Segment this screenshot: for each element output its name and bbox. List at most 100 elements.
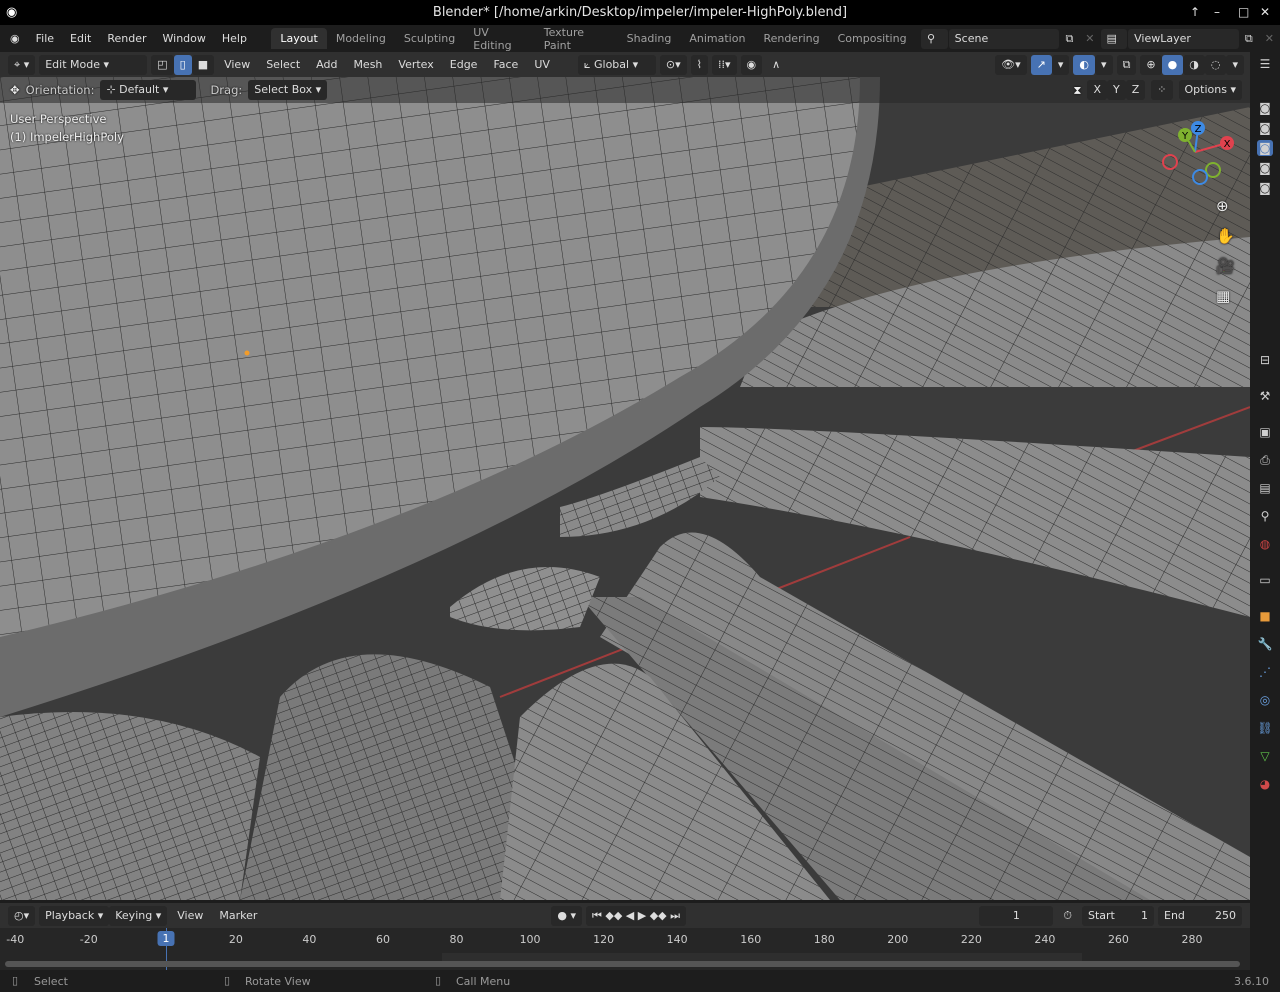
menu-edit[interactable]: Edit (62, 32, 99, 45)
menu-select[interactable]: Select (260, 58, 306, 71)
pivot-point-button[interactable]: ⊙▾ (659, 54, 687, 75)
modifier-tab-icon[interactable]: 🔧 (1257, 636, 1273, 652)
menu-add[interactable]: Add (310, 58, 343, 71)
maximize-button[interactable]: □ (1238, 0, 1249, 25)
new-scene-icon[interactable]: ⧉ (1059, 32, 1079, 46)
start-frame-field[interactable]: Start 1 (1082, 905, 1154, 926)
timeline-view-menu[interactable]: View (171, 909, 209, 922)
topology-mirror-icon[interactable]: ⁘ (1151, 80, 1173, 100)
current-frame-field[interactable]: 1 (979, 905, 1054, 926)
tab-shading[interactable]: Shading (618, 28, 681, 49)
menu-mesh[interactable]: Mesh (347, 58, 388, 71)
window-up-icon[interactable]: ↑ (1190, 0, 1200, 25)
wireframe-shading-icon[interactable]: ⊕ (1140, 54, 1162, 75)
proportional-edit-icon[interactable]: ◉ (740, 54, 763, 75)
gizmo-dropdown[interactable]: ▾ (1051, 54, 1070, 75)
world-tab-icon[interactable]: ◍ (1257, 536, 1273, 552)
falloff-icon[interactable]: ∧ (766, 58, 786, 71)
snap-toggle-icon[interactable]: ⌇ (690, 54, 709, 75)
navigation-gizmo[interactable]: X Z Y (1155, 117, 1245, 192)
tab-texture-paint[interactable]: Texture Paint (535, 22, 618, 56)
tab-layout[interactable]: Layout (271, 28, 327, 49)
editor-type-button[interactable]: ⌖ ▾ (8, 54, 36, 75)
menu-file[interactable]: File (28, 32, 62, 45)
scene-field[interactable]: Scene (948, 28, 1060, 49)
mirror-icon[interactable]: ⧗ (1073, 83, 1081, 98)
view-layer-field[interactable]: ViewLayer (1128, 28, 1239, 49)
new-view-layer-icon[interactable]: ⧉ (1239, 32, 1259, 46)
drag-dropdown[interactable]: Select Box ▾ (248, 80, 328, 100)
playback-dropdown[interactable]: Playback ▾ (39, 905, 110, 926)
zoom-view-icon[interactable]: ⊕ (1216, 197, 1229, 215)
tab-animation[interactable]: Animation (680, 28, 754, 49)
properties-editor-icon[interactable]: ⊟ (1257, 352, 1273, 368)
delete-view-layer-icon[interactable]: ✕ (1259, 32, 1280, 45)
timeline-editor-type-icon[interactable]: ◴▾ (8, 905, 36, 926)
3d-viewport[interactable]: User Perspective (1) ImpelerHighPoly X Z… (0, 77, 1250, 900)
constraints-tab-icon[interactable]: ⛓ (1257, 720, 1273, 736)
tab-modeling[interactable]: Modeling (327, 28, 395, 49)
physics-tab-icon[interactable]: ◎ (1257, 692, 1273, 708)
minimize-button[interactable]: – (1214, 0, 1220, 25)
edge-select-button[interactable]: ▯ (173, 54, 192, 75)
rendered-shading-icon[interactable]: ◌ (1204, 54, 1227, 75)
outliner-icon[interactable]: ☰ (1257, 56, 1273, 72)
view-layer-tab-icon[interactable]: ▤ (1257, 480, 1273, 496)
options-dropdown[interactable]: Options ▾ (1178, 80, 1242, 100)
blender-menu-icon[interactable]: ◉ (0, 32, 28, 45)
visibility-button[interactable]: 👁▾ (995, 54, 1027, 75)
mode-dropdown[interactable]: Edit Mode ▾ (39, 54, 148, 75)
keying-dropdown[interactable]: Keying ▾ (109, 905, 168, 926)
pan-view-hand-icon[interactable]: ✋ (1216, 227, 1235, 245)
xray-toggle-icon[interactable]: ⧉ (1116, 54, 1137, 75)
menu-face[interactable]: Face (487, 58, 524, 71)
tab-sculpting[interactable]: Sculpting (395, 28, 464, 49)
render-camera-icon-2[interactable]: ◙ (1257, 120, 1273, 136)
overlay-dropdown[interactable]: ▾ (1095, 54, 1113, 75)
scene-selector-icon[interactable]: ⚲ (921, 28, 948, 49)
menu-help[interactable]: Help (214, 32, 255, 45)
menu-vertex[interactable]: Vertex (392, 58, 439, 71)
particles-tab-icon[interactable]: ⋰ (1257, 664, 1273, 680)
gizmo-neg-y[interactable] (1205, 162, 1221, 178)
material-shading-icon[interactable]: ◑ (1183, 54, 1205, 75)
perspective-toggle-icon[interactable]: ▦ (1216, 287, 1230, 305)
data-tab-icon[interactable]: ▽ (1257, 748, 1273, 764)
delete-scene-icon[interactable]: ✕ (1079, 32, 1100, 45)
solid-shading-icon[interactable]: ● (1161, 54, 1184, 75)
tab-uv-editing[interactable]: UV Editing (464, 22, 534, 56)
camera-view-icon[interactable]: 🎥 (1216, 257, 1235, 275)
render-camera-icon[interactable]: ◙ (1257, 100, 1273, 116)
preview-range-icon[interactable]: ⏱ (1057, 909, 1078, 923)
object-tab-icon[interactable]: ■ (1257, 608, 1273, 624)
current-frame-marker[interactable]: 1 (157, 931, 175, 946)
overlay-toggle-icon[interactable]: ◐ (1073, 54, 1096, 75)
view-layer-icon[interactable]: ▤ (1100, 28, 1128, 49)
gizmo-toggle-icon[interactable]: ↗ (1030, 54, 1052, 75)
mirror-y-toggle[interactable]: Y (1107, 80, 1126, 100)
snap-target-button[interactable]: ⁞⁞▾ (712, 54, 737, 75)
end-frame-field[interactable]: End 250 (1158, 905, 1242, 926)
menu-view[interactable]: View (218, 58, 256, 71)
auto-keying-toggle[interactable]: ● ▾ (551, 905, 582, 926)
close-button[interactable]: ✕ (1260, 0, 1270, 25)
tab-compositing[interactable]: Compositing (829, 28, 916, 49)
render-tab-icon[interactable]: ▣ (1257, 424, 1273, 440)
timeline-marker-menu[interactable]: Marker (213, 909, 263, 922)
gizmo-neg-x[interactable] (1162, 154, 1178, 170)
shading-dropdown[interactable]: ▾ (1226, 54, 1244, 75)
transform-orientation-dropdown[interactable]: ⟀ Global ▾ (577, 54, 656, 75)
vertex-select-button[interactable]: ◰ (151, 54, 174, 75)
move-tool-icon[interactable]: ✥ (10, 83, 20, 97)
gizmo-neg-z[interactable] (1192, 169, 1208, 185)
mirror-x-toggle[interactable]: X (1087, 80, 1108, 100)
collection-tab-icon[interactable]: ▭ (1257, 572, 1273, 588)
output-tab-icon[interactable]: ⎙ (1257, 452, 1273, 468)
menu-uv[interactable]: UV (528, 58, 556, 71)
mirror-z-toggle[interactable]: Z (1125, 80, 1146, 100)
scene-tab-icon[interactable]: ⚲ (1257, 508, 1273, 524)
material-tab-icon[interactable]: ◕ (1257, 776, 1273, 792)
tab-rendering[interactable]: Rendering (754, 28, 828, 49)
timeline-scrollbar[interactable] (5, 961, 1240, 967)
orientation-dropdown[interactable]: ⊹ Default ▾ (100, 80, 197, 100)
